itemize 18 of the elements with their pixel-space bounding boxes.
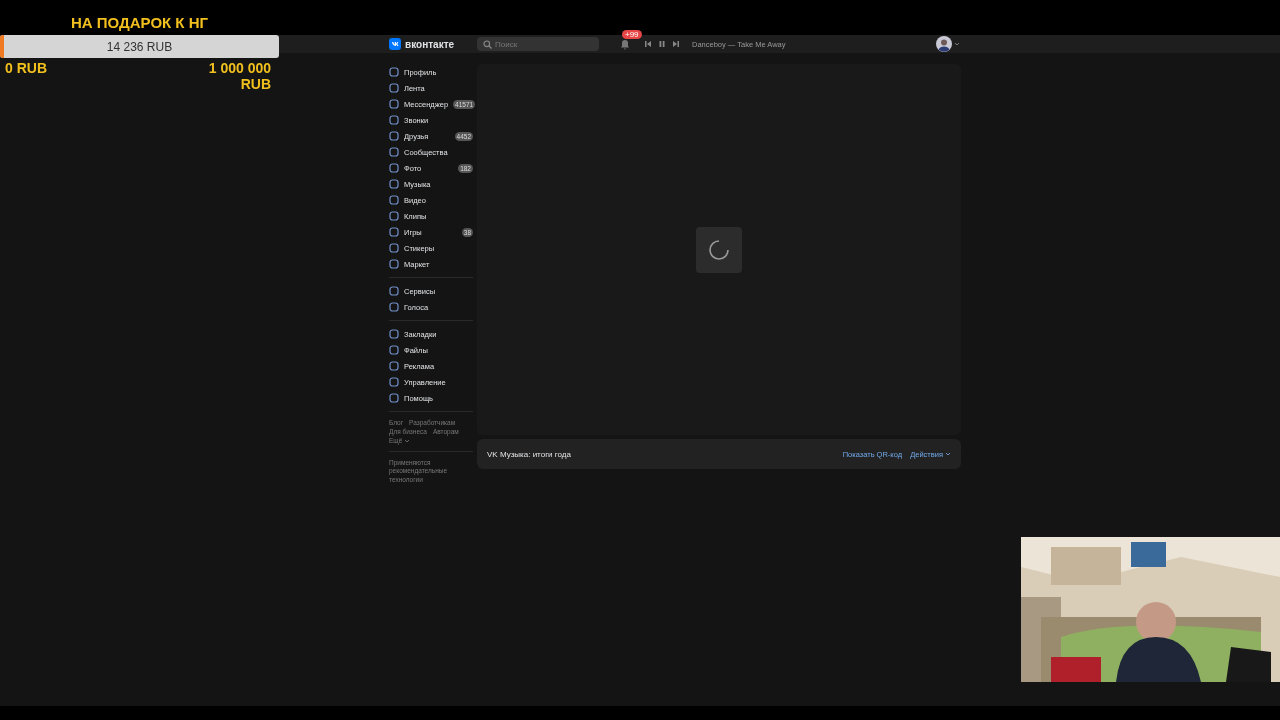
next-icon[interactable]: [672, 40, 680, 48]
pause-icon[interactable]: [658, 40, 666, 48]
vk-logo-icon: [389, 38, 401, 50]
chevron-down-icon: [404, 438, 411, 443]
chevron-down-icon: [954, 42, 960, 46]
logo-text[interactable]: вконтакте: [405, 38, 455, 50]
bell-icon: [620, 38, 630, 50]
spinner-icon: [708, 238, 730, 261]
goal-min: 0 RUB: [5, 60, 47, 78]
goal-amount: 14 236 RUB: [105, 40, 174, 54]
chevron-down-icon: [945, 452, 951, 456]
notification-badge: +99: [622, 29, 642, 39]
avatar-icon[interactable]: [936, 36, 952, 52]
goal-max: 1 000 000 RUB: [207, 60, 271, 92]
search-field[interactable]: Поиск: [477, 37, 599, 51]
previous-icon[interactable]: [644, 40, 652, 48]
goal-title: НА ПОДАРОК К НГ: [69, 14, 210, 33]
section-title: VK Музыка: итоги года: [487, 449, 571, 459]
